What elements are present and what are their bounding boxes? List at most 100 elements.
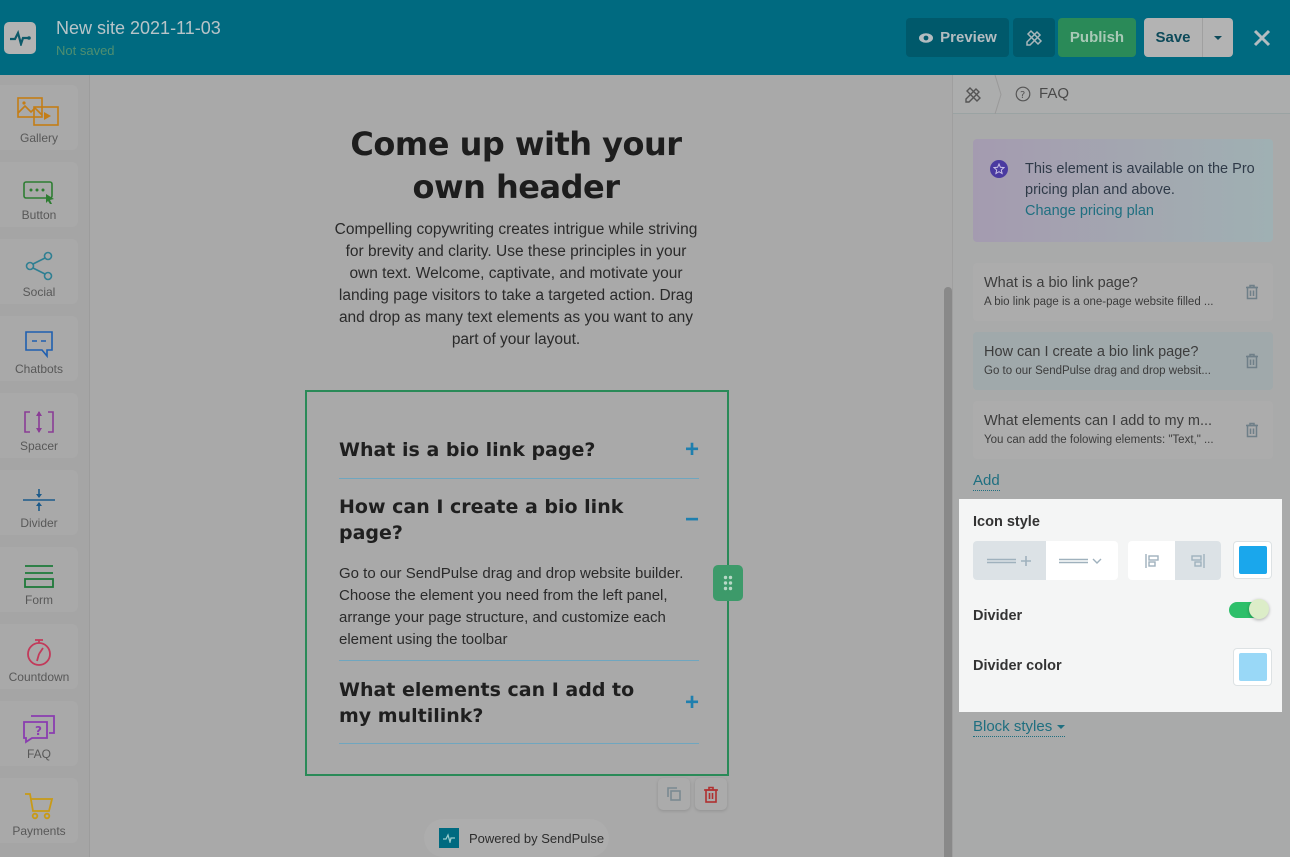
breadcrumb-separator-icon xyxy=(994,75,1002,114)
faq-item-subtitle: You can add the folowing elements: "Text… xyxy=(984,434,1214,446)
toggle-knob xyxy=(1249,599,1269,619)
delete-block-button[interactable] xyxy=(695,778,727,810)
icon-style-chevron-option[interactable] xyxy=(1046,541,1118,580)
faq-answer: Go to our SendPulse drag and drop websit… xyxy=(339,565,684,648)
design-tools-breadcrumb[interactable] xyxy=(963,85,983,110)
chat-icon xyxy=(25,331,53,359)
close-button[interactable] xyxy=(1247,18,1277,57)
preview-label: Preview xyxy=(940,29,997,46)
trash-icon xyxy=(704,786,718,803)
caret-down-icon xyxy=(1214,35,1222,40)
sidebar-item-payments[interactable]: Payments xyxy=(0,778,78,843)
sidebar-item-chatbots[interactable]: Chatbots xyxy=(0,316,78,381)
design-tools-button[interactable] xyxy=(1013,18,1055,57)
faq-divider xyxy=(339,743,699,744)
divider-label: Divider xyxy=(973,608,1023,624)
faq-question: What is a bio link page? xyxy=(339,439,596,461)
delete-item-button[interactable] xyxy=(1245,284,1259,305)
caret-down-icon xyxy=(1057,725,1066,730)
preview-button[interactable]: Preview xyxy=(906,18,1009,57)
faq-item[interactable]: How can I create a bio link page? − xyxy=(339,494,699,546)
divider-icon xyxy=(23,489,55,511)
icon-position-right-option[interactable] xyxy=(1175,541,1221,580)
faq-divider xyxy=(339,478,699,479)
stopwatch-icon xyxy=(27,639,51,666)
sidebar-item-label: Countdown xyxy=(8,670,70,684)
close-icon xyxy=(1253,29,1271,46)
sendpulse-logo[interactable] xyxy=(4,22,36,54)
divider-color-swatch xyxy=(1238,653,1267,681)
sidebar-item-form[interactable]: Form xyxy=(0,547,78,612)
icon-position-left-option[interactable] xyxy=(1128,541,1175,580)
faq-item-title: What is a bio link page? xyxy=(984,275,1138,291)
sidebar-item-faq[interactable]: ? FAQ xyxy=(0,701,78,766)
divider-color-label: Divider color xyxy=(973,658,1062,674)
sidebar-item-divider[interactable]: Divider xyxy=(0,470,78,535)
icon-style-selector xyxy=(973,541,1118,580)
sidebar-item-label: Payments xyxy=(12,824,66,838)
copy-icon xyxy=(667,787,681,801)
spacer-icon xyxy=(24,411,54,433)
help-circle-icon: ? xyxy=(1015,86,1031,101)
svg-text:?: ? xyxy=(1020,90,1025,101)
drag-handle[interactable] xyxy=(713,565,743,601)
faq-item-subtitle: Go to our SendPulse drag and drop websit… xyxy=(984,365,1211,377)
sidebar-item-spacer[interactable]: Spacer xyxy=(0,393,78,458)
page-heading[interactable]: Come up with your own header xyxy=(316,123,716,209)
sidebar-item-countdown[interactable]: Countdown xyxy=(0,624,78,689)
divider-color-picker[interactable] xyxy=(1233,648,1272,686)
delete-item-button[interactable] xyxy=(1245,353,1259,374)
icon-style-label: Icon style xyxy=(973,514,1040,530)
faq-item[interactable]: What elements can I add to my multilink?… xyxy=(339,677,699,729)
intro-text[interactable]: Compelling copywriting creates intrigue … xyxy=(330,219,702,351)
faq-list-item[interactable]: How can I create a bio link page? Go to … xyxy=(973,332,1273,390)
faq-item-title: What elements can I add to my m... xyxy=(984,413,1213,429)
sidebar-item-label: Chatbots xyxy=(14,362,64,376)
faq-item-title: How can I create a bio link page? xyxy=(984,344,1199,360)
line-chevron-icon xyxy=(1059,558,1102,564)
change-plan-link[interactable]: Change pricing plan xyxy=(1025,203,1154,219)
canvas-scrollbar[interactable] xyxy=(944,287,952,857)
sidebar-item-label: Divider xyxy=(20,516,58,530)
sidebar-item-label: Social xyxy=(22,285,56,299)
align-left-icon xyxy=(1144,553,1159,568)
save-dropdown-button[interactable] xyxy=(1202,18,1233,57)
faq-block[interactable]: What is a bio link page? + How can I cre… xyxy=(305,390,729,776)
plus-icon[interactable]: + xyxy=(685,691,699,715)
pro-plan-notice: This element is available on the Pro pri… xyxy=(973,139,1273,242)
form-icon xyxy=(24,565,54,588)
icon-style-plus-option[interactable] xyxy=(973,541,1046,580)
breadcrumb-faq: ? FAQ xyxy=(1015,85,1069,102)
line-plus-icon xyxy=(986,555,1031,566)
align-right-icon xyxy=(1191,553,1205,568)
trash-icon xyxy=(1246,422,1258,438)
divider-toggle[interactable] xyxy=(1229,599,1269,619)
faq-question: What elements can I add to my multilink? xyxy=(339,679,635,727)
icon-position-selector xyxy=(1128,541,1221,580)
faq-list-item[interactable]: What elements can I add to my m... You c… xyxy=(973,401,1273,459)
sidebar-item-button[interactable]: Button xyxy=(0,162,78,227)
faq-item-subtitle: A bio link page is a one-page website fi… xyxy=(984,296,1214,308)
site-title[interactable]: New site 2021-11-03 xyxy=(56,18,221,39)
minus-icon[interactable]: − xyxy=(685,508,699,532)
delete-item-button[interactable] xyxy=(1245,422,1259,443)
block-styles-toggle[interactable]: Block styles xyxy=(973,718,1066,737)
add-faq-item-link[interactable]: Add xyxy=(973,472,1000,491)
icon-color-swatch xyxy=(1238,546,1267,574)
duplicate-button[interactable] xyxy=(658,778,690,810)
powered-by-badge[interactable]: Powered by SendPulse xyxy=(424,819,609,857)
save-button[interactable]: Save xyxy=(1144,18,1202,57)
sidebar-item-gallery[interactable]: Gallery xyxy=(0,85,78,150)
sidebar-item-label: Spacer xyxy=(19,439,59,453)
icon-color-picker[interactable] xyxy=(1233,541,1272,579)
sidebar-item-label: Button xyxy=(21,208,57,222)
pulse-icon xyxy=(10,30,31,46)
publish-button[interactable]: Publish xyxy=(1058,18,1136,57)
plus-icon[interactable]: + xyxy=(685,438,699,462)
faq-item[interactable]: What is a bio link page? + xyxy=(339,437,699,463)
faq-list-item[interactable]: What is a bio link page? A bio link page… xyxy=(973,263,1273,321)
top-bar: New site 2021-11-03 Not saved Preview Pu… xyxy=(0,0,1290,75)
sidebar-item-social[interactable]: Social xyxy=(0,239,78,304)
panel-breadcrumb: ? FAQ xyxy=(953,75,1290,114)
icon-settings-section: Icon style Divider Divider color xyxy=(959,499,1282,712)
